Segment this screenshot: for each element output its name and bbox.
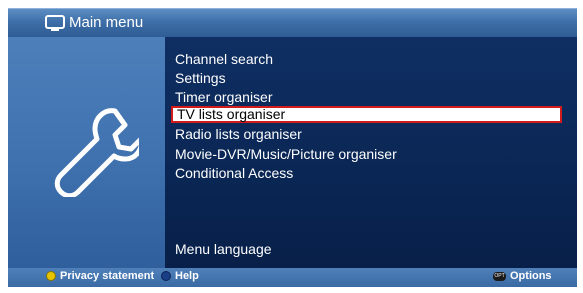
options-label: Options [510,270,552,282]
tv-icon [45,15,65,31]
menu-item-conditional-access[interactable]: Conditional Access [175,164,293,182]
help-label: Help [175,270,199,282]
menu-item-settings[interactable]: Settings [175,69,226,87]
menu-item-channel-search[interactable]: Channel search [175,50,273,68]
menu-item-menu-language[interactable]: Menu language [175,240,272,258]
header-bar: Main menu [8,8,577,37]
main-menu-screen: Main menu Channel search Settings Timer … [0,0,583,293]
menu-panel: Channel search Settings Timer organiser … [165,37,577,268]
page-title: Main menu [69,14,144,31]
yellow-button-icon [46,271,56,281]
wrench-icon [54,108,139,197]
menu-item-media-organiser[interactable]: Movie-DVR/Music/Picture organiser [175,145,397,163]
opt-key-icon: OPT [493,272,506,281]
menu-item-radio-lists-organiser[interactable]: Radio lists organiser [175,125,302,143]
blue-button-icon [161,271,171,281]
menu-item-timer-organiser[interactable]: Timer organiser [175,88,273,106]
footer-bar: Privacy statement Help OPT Options [8,268,577,287]
menu-item-tv-lists-organiser[interactable]: TV lists organiser [171,106,562,123]
sidebar-panel [8,37,165,268]
privacy-statement-label: Privacy statement [60,270,155,282]
